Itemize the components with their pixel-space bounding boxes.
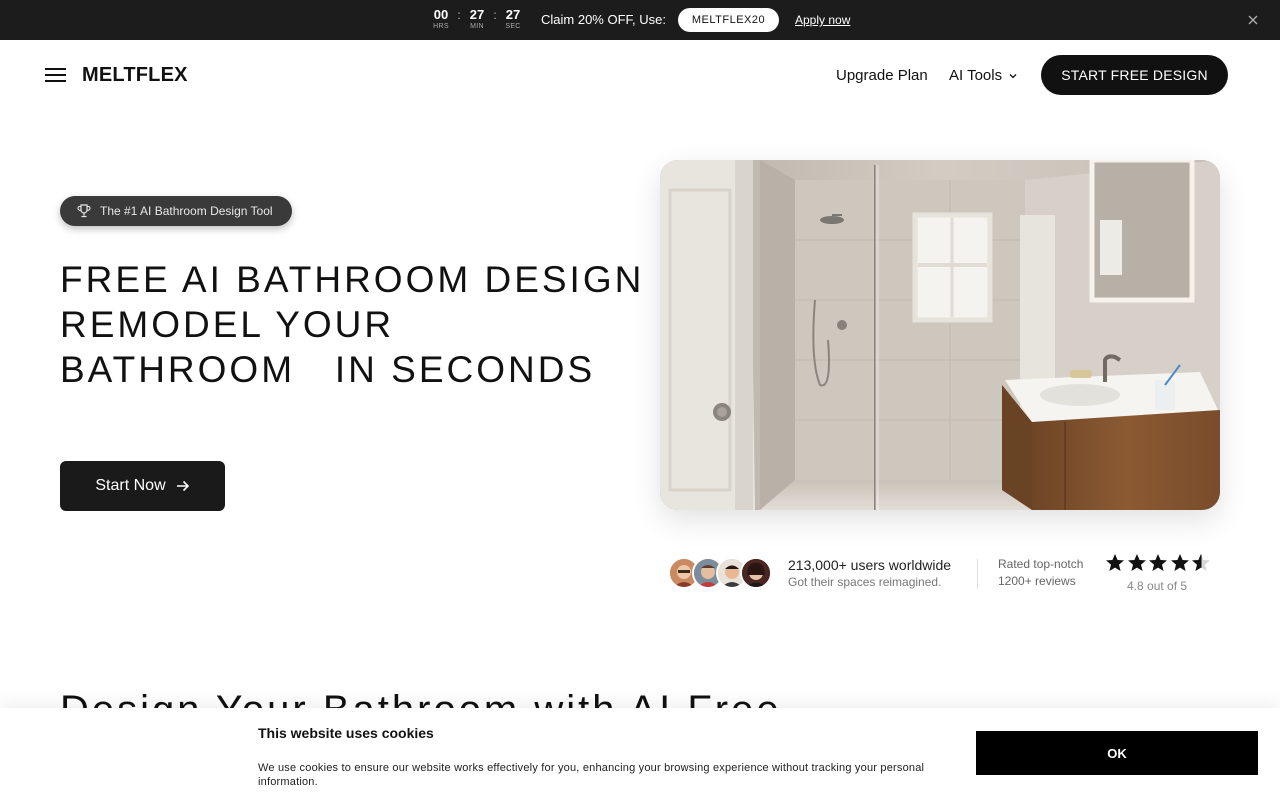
promo-code-pill[interactable]: MELTFLEX20 bbox=[678, 8, 779, 32]
trophy-icon bbox=[77, 204, 91, 218]
rating-score: 4.8 out of 5 bbox=[1127, 579, 1188, 593]
start-now-button[interactable]: Start Now bbox=[60, 461, 225, 511]
timer-separator: : bbox=[457, 8, 461, 22]
timer-separator: : bbox=[493, 8, 497, 22]
nav-ai-tools[interactable]: AI Tools bbox=[949, 67, 1017, 85]
hero-badge-label: The #1 AI Bathroom Design Tool bbox=[100, 204, 273, 218]
star-icon bbox=[1106, 554, 1124, 571]
timer-hours: 00 HRS bbox=[431, 7, 451, 31]
hero-title-line: BATHROOM IN SECONDS bbox=[60, 349, 596, 390]
start-free-design-button[interactable]: START FREE DESIGN bbox=[1041, 55, 1228, 95]
timer-minutes-label: MIN bbox=[470, 23, 484, 30]
timer-hours-value: 00 bbox=[433, 7, 449, 22]
hero-badge: The #1 AI Bathroom Design Tool bbox=[60, 196, 292, 226]
users-caption: Got their spaces reimagined. bbox=[788, 575, 942, 589]
hero-bathroom-image bbox=[660, 160, 1220, 510]
timer-minutes-value: 27 bbox=[469, 7, 485, 22]
cookie-banner: This website uses cookies We use cookies… bbox=[0, 708, 1280, 800]
countdown-timer: 00 HRS : 27 MIN : 27 SEC bbox=[431, 7, 523, 31]
star-icon bbox=[1127, 554, 1146, 571]
users-count: 213,000+ users worldwide bbox=[788, 557, 952, 573]
hero-title-line: REMODEL YOUR bbox=[60, 304, 395, 345]
star-icon bbox=[1149, 554, 1167, 571]
timer-hours-label: HRS bbox=[433, 23, 449, 30]
arrow-right-icon bbox=[176, 480, 189, 492]
close-icon[interactable] bbox=[1245, 12, 1261, 28]
rated-label: Rated top-notch bbox=[998, 557, 1084, 571]
rating-stars bbox=[1105, 553, 1213, 573]
user-avatars bbox=[668, 557, 772, 589]
hero-title: FREE AI BATHROOM DESIGN REMODEL YOUR BAT… bbox=[60, 257, 645, 392]
avatar bbox=[740, 557, 772, 589]
hamburger-icon[interactable] bbox=[45, 67, 67, 83]
timer-minutes: 27 MIN bbox=[467, 7, 487, 31]
reviews-count: 1200+ reviews bbox=[998, 574, 1076, 588]
promo-bar: 00 HRS : 27 MIN : 27 SEC Claim 20% OFF, … bbox=[0, 0, 1280, 40]
hero-title-line: FREE AI BATHROOM DESIGN bbox=[60, 259, 645, 300]
chevron-down-icon bbox=[1009, 74, 1017, 79]
cookie-ok-button[interactable]: OK bbox=[976, 731, 1258, 775]
star-icon bbox=[1170, 554, 1189, 571]
timer-seconds-value: 27 bbox=[505, 7, 521, 22]
site-header: MELTFLEX Upgrade Plan AI Tools START FRE… bbox=[0, 40, 1280, 110]
timer-seconds-label: SEC bbox=[505, 23, 521, 30]
start-now-label: Start Now bbox=[95, 477, 166, 494]
nav-upgrade-plan[interactable]: Upgrade Plan bbox=[836, 67, 928, 85]
cookie-text: We use cookies to ensure our website wor… bbox=[258, 762, 925, 788]
promo-claim-text: Claim 20% OFF, Use: bbox=[541, 12, 666, 27]
bathroom-illustration bbox=[660, 160, 1220, 510]
half-star-icon bbox=[1192, 554, 1210, 571]
divider bbox=[977, 559, 978, 589]
nav-ai-tools-label: AI Tools bbox=[949, 67, 1003, 84]
site-logo[interactable]: MELTFLEX bbox=[82, 64, 188, 86]
apply-now-link[interactable]: Apply now bbox=[795, 12, 850, 28]
timer-seconds: 27 SEC bbox=[503, 7, 523, 31]
cookie-title: This website uses cookies bbox=[258, 725, 434, 741]
